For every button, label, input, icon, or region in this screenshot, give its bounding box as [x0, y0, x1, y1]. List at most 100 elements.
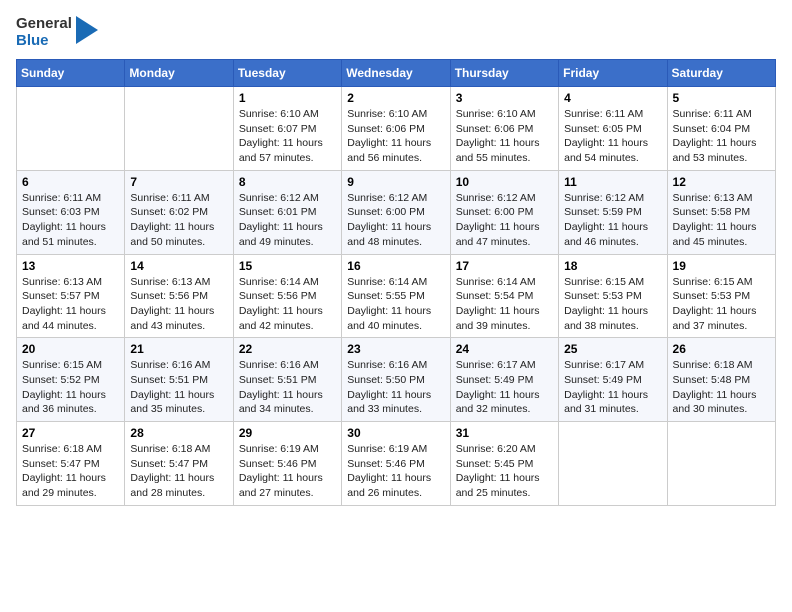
cell-info-line: Sunrise: 6:14 AM	[456, 275, 553, 290]
cell-info-line: Sunrise: 6:13 AM	[22, 275, 119, 290]
weekday-header: Saturday	[667, 60, 775, 87]
logo: General Blue	[16, 16, 98, 49]
cell-info-line: Sunrise: 6:15 AM	[564, 275, 661, 290]
cell-info-line: Daylight: 11 hours	[673, 304, 770, 319]
day-number: 5	[673, 91, 770, 105]
cell-info-line: Sunrise: 6:18 AM	[22, 442, 119, 457]
cell-info-line: Sunrise: 6:17 AM	[456, 358, 553, 373]
cell-info-line: Sunset: 5:49 PM	[456, 373, 553, 388]
cell-info-line: Sunrise: 6:16 AM	[239, 358, 336, 373]
cell-info-line: Daylight: 11 hours	[564, 136, 661, 151]
cell-info-line: Sunrise: 6:13 AM	[130, 275, 227, 290]
cell-info-line: Daylight: 11 hours	[564, 304, 661, 319]
calendar-cell: 1Sunrise: 6:10 AMSunset: 6:07 PMDaylight…	[233, 87, 341, 171]
day-number: 25	[564, 342, 661, 356]
cell-info-line: Sunrise: 6:18 AM	[130, 442, 227, 457]
day-number: 21	[130, 342, 227, 356]
cell-info-line: Sunset: 6:04 PM	[673, 122, 770, 137]
day-number: 9	[347, 175, 444, 189]
cell-info-line: Sunrise: 6:17 AM	[564, 358, 661, 373]
cell-info-line: Sunrise: 6:19 AM	[347, 442, 444, 457]
cell-info-line: Daylight: 11 hours	[456, 220, 553, 235]
cell-info-line: Daylight: 11 hours	[347, 471, 444, 486]
cell-info-line: Daylight: 11 hours	[130, 304, 227, 319]
cell-info-line: Sunrise: 6:11 AM	[673, 107, 770, 122]
calendar-cell: 18Sunrise: 6:15 AMSunset: 5:53 PMDayligh…	[559, 254, 667, 338]
cell-info-line: Daylight: 11 hours	[673, 388, 770, 403]
cell-info-line: and 43 minutes.	[130, 319, 227, 334]
calendar-cell	[667, 422, 775, 506]
cell-info-line: Sunset: 6:00 PM	[456, 205, 553, 220]
day-number: 17	[456, 259, 553, 273]
day-number: 31	[456, 426, 553, 440]
weekday-header: Monday	[125, 60, 233, 87]
cell-info-line: and 56 minutes.	[347, 151, 444, 166]
cell-info-line: and 29 minutes.	[22, 486, 119, 501]
day-number: 1	[239, 91, 336, 105]
cell-info-line: Daylight: 11 hours	[239, 220, 336, 235]
cell-info-line: and 40 minutes.	[347, 319, 444, 334]
weekday-header: Wednesday	[342, 60, 450, 87]
day-number: 15	[239, 259, 336, 273]
cell-info-line: Sunset: 6:02 PM	[130, 205, 227, 220]
cell-info-line: Daylight: 11 hours	[130, 220, 227, 235]
calendar-table: SundayMondayTuesdayWednesdayThursdayFrid…	[16, 59, 776, 506]
cell-info-line: Sunset: 5:58 PM	[673, 205, 770, 220]
calendar-header-row: SundayMondayTuesdayWednesdayThursdayFrid…	[17, 60, 776, 87]
cell-info-line: Sunrise: 6:11 AM	[130, 191, 227, 206]
calendar-cell: 3Sunrise: 6:10 AMSunset: 6:06 PMDaylight…	[450, 87, 558, 171]
cell-info-line: Sunset: 6:06 PM	[347, 122, 444, 137]
cell-info-line: Daylight: 11 hours	[239, 388, 336, 403]
cell-info-line: Daylight: 11 hours	[22, 471, 119, 486]
calendar-cell: 15Sunrise: 6:14 AMSunset: 5:56 PMDayligh…	[233, 254, 341, 338]
cell-info-line: and 50 minutes.	[130, 235, 227, 250]
calendar-cell: 30Sunrise: 6:19 AMSunset: 5:46 PMDayligh…	[342, 422, 450, 506]
cell-info-line: Sunset: 6:03 PM	[22, 205, 119, 220]
cell-info-line: and 44 minutes.	[22, 319, 119, 334]
calendar-cell: 27 Sunrise: 6:18 AMSunset: 5:47 PMDayligh…	[17, 422, 125, 506]
cell-info-line: Sunset: 5:53 PM	[564, 289, 661, 304]
weekday-header: Sunday	[17, 60, 125, 87]
day-number: 27	[22, 426, 119, 440]
cell-info-line: Sunset: 5:45 PM	[456, 457, 553, 472]
cell-info-line: Sunrise: 6:12 AM	[564, 191, 661, 206]
day-number: 26	[673, 342, 770, 356]
cell-info-line: Daylight: 11 hours	[22, 388, 119, 403]
calendar-cell: 5 Sunrise: 6:11 AMSunset: 6:04 PMDaylight…	[667, 87, 775, 171]
day-number: 2	[347, 91, 444, 105]
cell-info-line: Daylight: 11 hours	[239, 471, 336, 486]
cell-info-line: Sunset: 5:46 PM	[239, 457, 336, 472]
cell-info-line: Sunset: 5:59 PM	[564, 205, 661, 220]
calendar-cell: 20Sunrise: 6:15 AMSunset: 5:52 PMDayligh…	[17, 338, 125, 422]
day-number: 12	[673, 175, 770, 189]
calendar-cell: 4Sunrise: 6:11 AMSunset: 6:05 PMDaylight…	[559, 87, 667, 171]
cell-info-line: Sunset: 5:47 PM	[22, 457, 119, 472]
cell-info-line: Sunset: 6:05 PM	[564, 122, 661, 137]
cell-info-line: Sunrise: 6:16 AM	[347, 358, 444, 373]
cell-info-line: and 45 minutes.	[673, 235, 770, 250]
cell-info-line: and 42 minutes.	[239, 319, 336, 334]
cell-info-line: Sunrise: 6:19 AM	[239, 442, 336, 457]
calendar-cell: 25Sunrise: 6:17 AMSunset: 5:49 PMDayligh…	[559, 338, 667, 422]
page-header: General Blue	[16, 16, 776, 49]
cell-info-line: Daylight: 11 hours	[456, 388, 553, 403]
cell-info-line: Sunset: 5:55 PM	[347, 289, 444, 304]
weekday-header: Friday	[559, 60, 667, 87]
day-number: 16	[347, 259, 444, 273]
cell-info-line: Daylight: 11 hours	[673, 136, 770, 151]
cell-info-line: Sunrise: 6:18 AM	[673, 358, 770, 373]
day-number: 14	[130, 259, 227, 273]
calendar-week-row: 1Sunrise: 6:10 AMSunset: 6:07 PMDaylight…	[17, 87, 776, 171]
cell-info-line: and 35 minutes.	[130, 402, 227, 417]
cell-info-line: Sunset: 5:51 PM	[130, 373, 227, 388]
calendar-cell: 24Sunrise: 6:17 AMSunset: 5:49 PMDayligh…	[450, 338, 558, 422]
weekday-header: Tuesday	[233, 60, 341, 87]
calendar-cell: 8Sunrise: 6:12 AMSunset: 6:01 PMDaylight…	[233, 170, 341, 254]
calendar-cell: 17Sunrise: 6:14 AMSunset: 5:54 PMDayligh…	[450, 254, 558, 338]
calendar-cell: 19Sunrise: 6:15 AMSunset: 5:53 PMDayligh…	[667, 254, 775, 338]
cell-info-line: Sunrise: 6:16 AM	[130, 358, 227, 373]
calendar-cell	[559, 422, 667, 506]
cell-info-line: and 51 minutes.	[22, 235, 119, 250]
cell-info-line: Sunset: 5:57 PM	[22, 289, 119, 304]
cell-info-line: and 57 minutes.	[239, 151, 336, 166]
